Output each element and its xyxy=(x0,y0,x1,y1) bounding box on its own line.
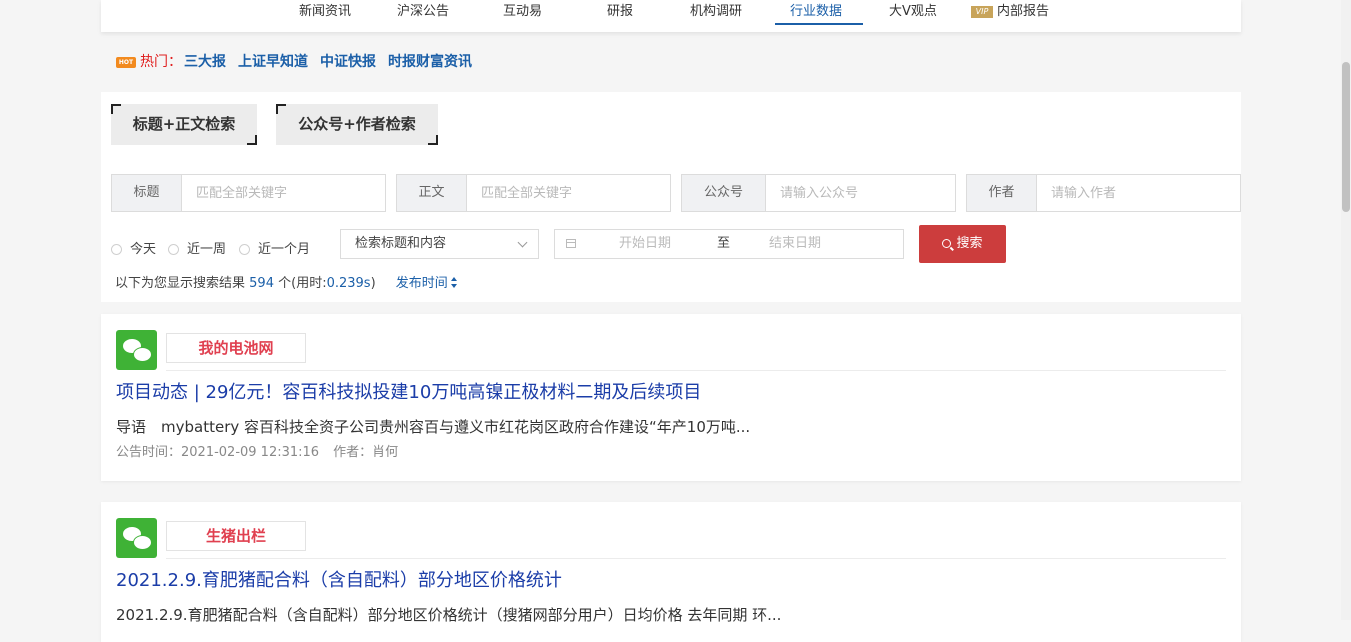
sort-arrows-icon xyxy=(450,276,458,290)
chevron-down-icon xyxy=(517,237,528,248)
publish-time: 公告时间：2021-02-09 12:31:16 xyxy=(116,445,320,460)
search-scope-value: 检索标题和内容 xyxy=(355,236,447,251)
author-input[interactable] xyxy=(1037,175,1240,211)
account-field: 公众号 xyxy=(681,174,956,212)
account-field-label: 公众号 xyxy=(682,175,766,211)
author-name: 作者：肖何 xyxy=(333,445,399,460)
hot-icon: HOT xyxy=(116,57,136,68)
page-scrollbar[interactable] xyxy=(1341,0,1351,620)
content-field: 正文 xyxy=(396,174,671,212)
nav-item-label: 内部报告 xyxy=(997,4,1050,19)
result-summary: 2021.2.9.育肥猪配合料（含自配料）部分地区价格统计（搜猪网部分用户）日均… xyxy=(116,606,782,624)
results-unit: 个(用时: xyxy=(278,276,327,291)
author-field-label: 作者 xyxy=(967,175,1037,211)
end-date-input[interactable]: 结束日期 xyxy=(769,230,821,258)
search-scope-select[interactable]: 检索标题和内容 xyxy=(340,229,539,259)
hot-label: 热门： xyxy=(140,54,182,70)
radio-last-week[interactable]: 近一周 xyxy=(168,240,226,260)
card-divider xyxy=(166,370,1226,371)
hot-link-shangzheng[interactable]: 上证早知道 xyxy=(238,54,308,70)
radio-dot xyxy=(168,244,179,255)
author-field: 作者 xyxy=(966,174,1241,212)
radio-label: 近一周 xyxy=(187,242,227,257)
hot-link-zhongzheng[interactable]: 中证快报 xyxy=(320,54,376,70)
nav-item-internal-report[interactable]: VIP 内部报告 xyxy=(971,2,1049,22)
results-time: 0.239s xyxy=(326,276,371,291)
sort-label: 发布时间 xyxy=(395,276,448,291)
results-summary: 以下为您显示搜索结果 594 个(用时:0.239s) 发布时间 xyxy=(115,274,458,294)
content-field-label: 正文 xyxy=(397,175,467,211)
title-field-label: 标题 xyxy=(112,175,182,211)
date-range-picker[interactable]: 开始日期 至 结束日期 xyxy=(554,229,904,259)
nav-item-institution-survey[interactable]: 机构调研 xyxy=(690,2,742,22)
nav-item-announcements[interactable]: 沪深公告 xyxy=(397,2,449,22)
results-count: 594 xyxy=(249,276,274,291)
content-input[interactable] xyxy=(467,175,670,211)
scrollbar-thumb[interactable] xyxy=(1342,62,1350,212)
radio-last-month[interactable]: 近一个月 xyxy=(239,240,310,260)
result-title[interactable]: 2021.2.9.育肥猪配合料（含自配料）部分地区价格统计 xyxy=(116,568,562,594)
radio-dot xyxy=(239,244,250,255)
search-icon xyxy=(942,239,952,248)
nav-item-industry-data[interactable]: 行业数据 xyxy=(790,2,842,22)
results-suffix: ) xyxy=(370,276,376,291)
sort-by-publish-time[interactable]: 发布时间 xyxy=(396,276,458,291)
result-meta: 公告时间：2021-02-09 12:31:16 作者：肖何 xyxy=(116,444,398,462)
result-summary: 导语 mybattery 容百科技全资子公司贵州容百与遵义市红花岗区政府合作建设… xyxy=(116,418,751,436)
result-card: 生猪出栏 2021.2.9.育肥猪配合料（含自配料）部分地区价格统计 2021.… xyxy=(101,502,1241,642)
account-tag[interactable]: 生猪出栏 xyxy=(166,521,306,551)
radio-label: 今天 xyxy=(130,242,157,257)
tab-title-content-search[interactable]: 标题+正文检索 xyxy=(111,104,257,145)
hot-links-bar: HOT 热门： 三大报 上证早知道 中证快报 时报财富资讯 xyxy=(116,51,472,73)
search-button[interactable]: 搜索 xyxy=(919,225,1006,263)
date-range-separator: 至 xyxy=(717,236,731,251)
vip-icon: VIP xyxy=(971,6,993,18)
result-card: 我的电池网 项目动态 | 29亿元！容百科技拟投建10万吨高镍正极材料二期及后续… xyxy=(101,314,1241,481)
wechat-icon xyxy=(116,518,157,558)
search-button-label: 搜索 xyxy=(956,236,983,251)
account-input[interactable] xyxy=(766,175,955,211)
result-title[interactable]: 项目动态 | 29亿元！容百科技拟投建10万吨高镍正极材料二期及后续项目 xyxy=(116,380,701,406)
radio-label: 近一个月 xyxy=(258,242,311,257)
nav-item-research[interactable]: 研报 xyxy=(607,2,633,22)
card-divider xyxy=(166,558,1226,559)
start-date-input[interactable]: 开始日期 xyxy=(619,230,671,258)
calendar-icon xyxy=(566,239,576,248)
hot-link-sandabao[interactable]: 三大报 xyxy=(184,54,226,70)
tab-account-author-search[interactable]: 公众号+作者检索 xyxy=(276,104,438,145)
search-panel: 标题+正文检索 公众号+作者检索 标题 正文 公众号 作者 今天 近一周 近一个… xyxy=(101,92,1241,302)
nav-item-bigv[interactable]: 大V观点 xyxy=(889,2,937,22)
radio-dot xyxy=(111,244,122,255)
wechat-icon xyxy=(116,330,157,370)
active-tab-underline xyxy=(775,23,863,25)
nav-item-news[interactable]: 新闻资讯 xyxy=(299,2,351,22)
title-field: 标题 xyxy=(111,174,386,212)
title-input[interactable] xyxy=(182,175,385,211)
radio-today[interactable]: 今天 xyxy=(111,240,156,260)
results-summary-prefix: 以下为您显示搜索结果 xyxy=(115,276,246,291)
nav-item-interactive[interactable]: 互动易 xyxy=(503,2,542,22)
hot-link-shibao[interactable]: 时报财富资讯 xyxy=(388,54,472,70)
account-tag[interactable]: 我的电池网 xyxy=(166,333,306,363)
top-nav: 新闻资讯 沪深公告 互动易 研报 机构调研 行业数据 大V观点 VIP 内部报告 xyxy=(101,0,1241,32)
